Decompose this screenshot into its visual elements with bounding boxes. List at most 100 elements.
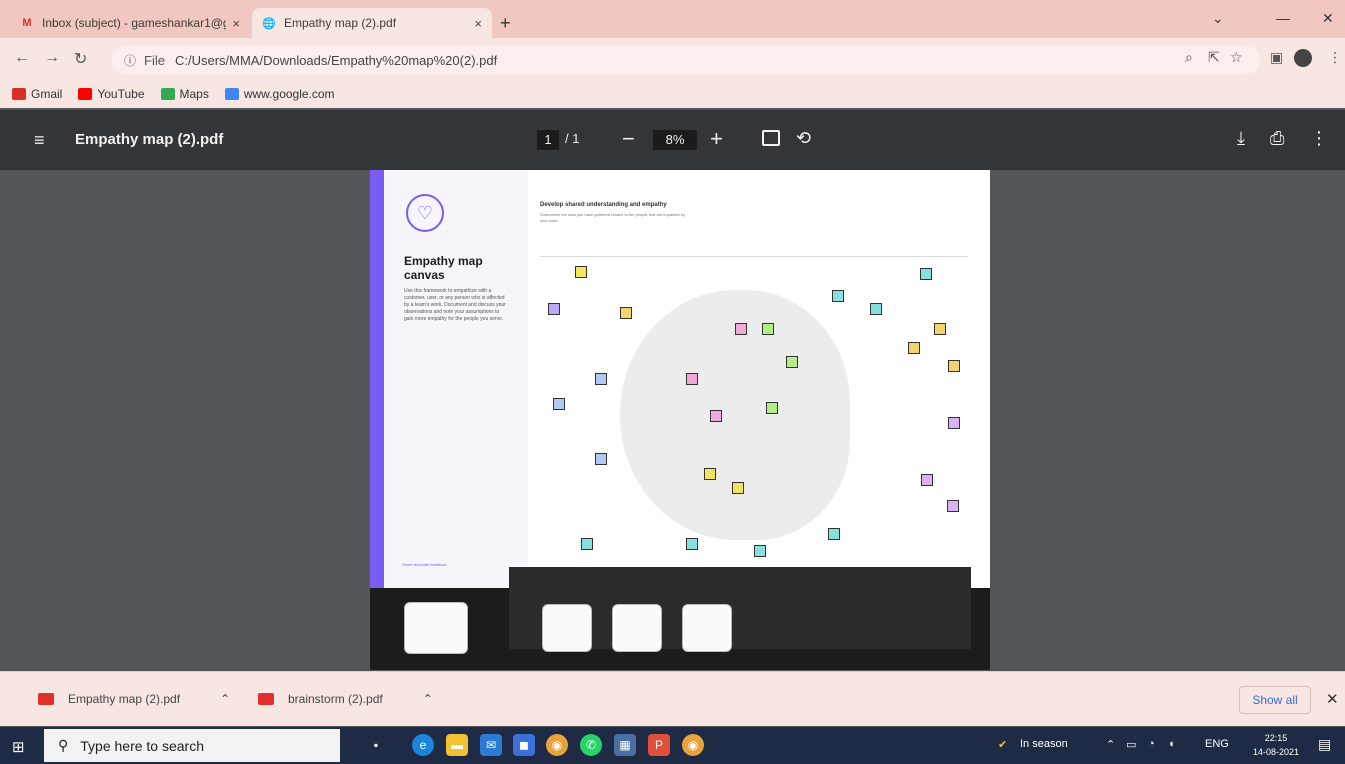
weather-icon[interactable]: ✔ — [998, 738, 1007, 751]
print-icon[interactable]: ⎙ — [1270, 128, 1284, 149]
zoom-out-button[interactable]: − — [622, 126, 635, 152]
more-options-icon[interactable]: ⋮ — [1310, 128, 1328, 149]
page-number-input[interactable]: 1 — [537, 130, 559, 150]
windows-taskbar: ⊞ ⚲ Type here to search ▪ e ▬ ✉ ◼ ◉ ✆ ▦ … — [0, 727, 1345, 764]
globe-icon: 🌐 — [262, 17, 276, 30]
sticky-note — [710, 410, 722, 422]
tab-title: Empathy map (2).pdf — [284, 16, 397, 30]
taskbar-search-input[interactable]: ⚲ Type here to search — [44, 729, 340, 762]
bookmark-gmail[interactable]: Gmail — [12, 87, 62, 101]
sidepanel-icon[interactable]: ▣ — [1270, 49, 1283, 66]
page-description: Use this framework to empathize with a c… — [404, 288, 506, 322]
sticky-note — [704, 468, 716, 480]
sticky-note — [686, 538, 698, 550]
edge-icon[interactable]: e — [412, 734, 434, 756]
url-text: C:/Users/MMA/Downloads/Empathy%20map%20(… — [174, 52, 498, 68]
weather-text[interactable]: In season — [1020, 738, 1068, 750]
photos-icon[interactable]: ▦ — [614, 734, 636, 756]
bookmark-google[interactable]: www.google.com — [224, 87, 335, 101]
address-bar[interactable]: ⓘ File C:/Users/MMA/Downloads/Empathy%20… — [112, 46, 1260, 74]
zoom-input[interactable]: 8% — [653, 130, 697, 150]
maps-icon — [160, 88, 175, 100]
divider — [540, 256, 968, 257]
mail-icon[interactable]: ✉ — [480, 734, 502, 756]
sticky-note — [686, 373, 698, 385]
volume-icon[interactable]: ◖ — [1168, 738, 1175, 750]
close-tab-icon[interactable]: × — [232, 16, 240, 31]
reload-icon[interactable]: ↻ — [74, 49, 87, 69]
search-icon: ⚲ — [58, 737, 69, 753]
sticky-note — [548, 303, 560, 315]
sticky-note — [595, 453, 607, 465]
sticky-note — [786, 356, 798, 368]
bookmark-maps[interactable]: Maps — [160, 87, 209, 101]
windows-start-icon[interactable]: ⊞ — [12, 738, 25, 756]
bookmark-youtube[interactable]: YouTube — [78, 87, 145, 101]
info-icon: ⓘ — [124, 53, 137, 68]
sticky-note — [754, 545, 766, 557]
sticky-note — [581, 538, 593, 550]
powerpoint-icon[interactable]: P — [648, 734, 670, 756]
close-tab-icon[interactable]: × — [474, 16, 482, 31]
download-icon[interactable]: ⤓ — [1237, 128, 1245, 149]
back-icon[interactable]: ← — [14, 49, 30, 67]
chevron-up-icon[interactable]: ⌃ — [423, 692, 433, 706]
page-total: / 1 — [565, 131, 580, 146]
sticky-note — [908, 342, 920, 354]
tab-gmail[interactable]: M Inbox (subject) - gameshankar1@g × — [10, 8, 250, 38]
zoom-icon[interactable]: ⌕ — [1185, 49, 1193, 66]
sticky-note — [762, 323, 774, 335]
gmail-icon — [12, 88, 26, 100]
sticky-note — [934, 323, 946, 335]
language-indicator[interactable]: ENG — [1205, 738, 1229, 750]
sticky-note — [735, 323, 747, 335]
bookmark-star-icon[interactable]: ☆ — [1230, 49, 1243, 66]
forward-icon[interactable]: → — [44, 49, 60, 67]
notification-icon[interactable]: ▤ — [1318, 736, 1331, 753]
sticky-note — [948, 360, 960, 372]
menu-icon[interactable]: ⋮ — [1328, 49, 1342, 66]
network-icon[interactable]: ▭ — [1126, 738, 1136, 751]
page-left-column — [370, 170, 528, 588]
chevron-up-icon[interactable]: ⌃ — [220, 692, 230, 706]
clock[interactable]: 22:15 14-08-2021 — [1253, 731, 1299, 759]
sticky-note — [575, 266, 587, 278]
show-all-button[interactable]: Show all — [1239, 686, 1311, 714]
tab-search-icon[interactable]: ⌄ — [1212, 10, 1224, 27]
browser-toolbar: ← → ↻ ⓘ File C:/Users/MMA/Downloads/Empa… — [0, 38, 1345, 80]
hamburger-menu-icon[interactable]: ≡ — [34, 130, 45, 151]
clock-time: 22:15 — [1264, 733, 1288, 743]
thumbnail-image — [404, 602, 468, 654]
sticky-note — [948, 417, 960, 429]
minimize-icon[interactable]: — — [1276, 10, 1290, 26]
close-window-icon[interactable]: ✕ — [1322, 10, 1334, 27]
tab-empathy-map[interactable]: 🌐 Empathy map (2).pdf × — [252, 8, 492, 38]
wifi-icon[interactable]: ◔ — [1148, 738, 1155, 750]
bookmark-label: YouTube — [97, 87, 145, 101]
sticky-note — [870, 303, 882, 315]
bookmark-label: www.google.com — [243, 87, 335, 101]
close-downloads-icon[interactable]: ✕ — [1326, 690, 1339, 708]
youtube-icon — [78, 88, 93, 100]
pdf-toolbar: ≡ Empathy map (2).pdf 1 / 1 − 8% + ⟲ ⤓ ⎙… — [0, 110, 1345, 170]
chrome-icon[interactable]: ◉ — [546, 734, 568, 756]
download-item[interactable]: Empathy map (2).pdf ⌃ — [38, 692, 230, 706]
store-icon[interactable]: ◼ — [513, 734, 535, 756]
profile-avatar[interactable] — [1294, 49, 1312, 67]
zoom-in-button[interactable]: + — [710, 126, 723, 152]
gmail-icon: M — [22, 17, 32, 29]
pdf-file-name: Empathy map (2).pdf — [75, 131, 224, 148]
fit-page-icon[interactable] — [762, 130, 780, 146]
chevron-up-icon[interactable]: ⌃ — [1106, 738, 1115, 751]
file-explorer-icon[interactable]: ▬ — [446, 734, 468, 756]
download-item[interactable]: brainstorm (2).pdf ⌃ — [258, 692, 433, 706]
download-file-name: Empathy map (2).pdf — [68, 692, 181, 706]
task-view-icon[interactable]: ▪ — [372, 734, 380, 756]
thumbnail-image — [542, 604, 592, 652]
new-tab-button[interactable]: + — [500, 13, 511, 34]
tab-strip: M Inbox (subject) - gameshankar1@g × 🌐 E… — [0, 0, 1345, 38]
whatsapp-icon[interactable]: ✆ — [580, 734, 602, 756]
chrome-active-icon[interactable]: ◉ — [682, 734, 704, 756]
share-icon[interactable]: ⇱ — [1208, 49, 1220, 66]
rotate-icon[interactable]: ⟲ — [796, 128, 811, 149]
